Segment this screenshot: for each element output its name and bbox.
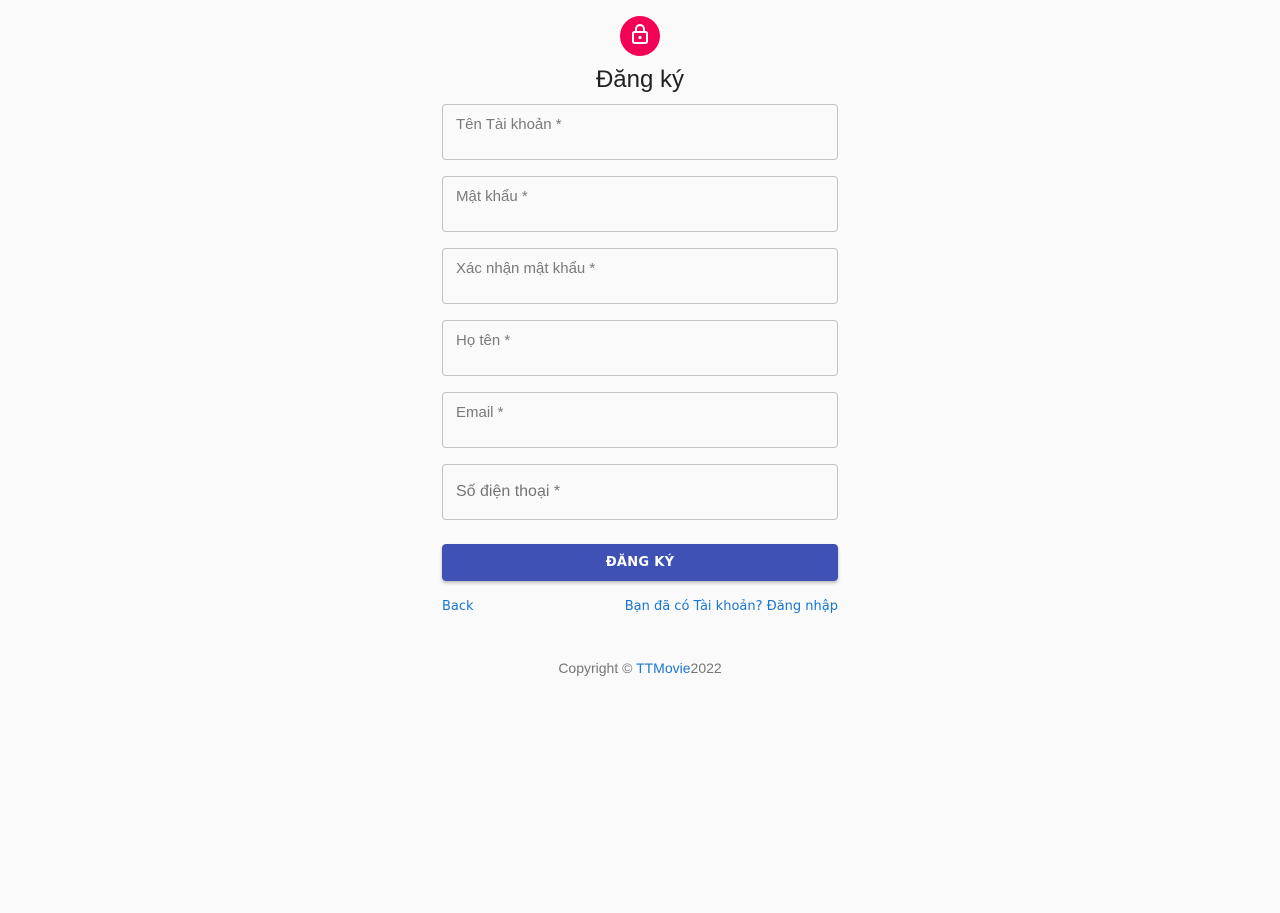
confirm-password-field[interactable]: Xác nhận mật khẩu * xyxy=(442,248,838,304)
back-link[interactable]: Back xyxy=(442,598,474,616)
copyright-year: 2022 xyxy=(690,660,722,676)
fullname-field[interactable]: Họ tên * xyxy=(442,320,838,376)
lock-icon xyxy=(630,23,650,50)
email-field[interactable]: Email * xyxy=(442,392,838,448)
copyright-prefix: Copyright © xyxy=(558,660,637,676)
fullname-input[interactable] xyxy=(443,321,837,375)
login-link[interactable]: Bạn đã có Tài khoản? Đăng nhập xyxy=(625,598,838,616)
page-title: Đăng ký xyxy=(595,66,685,93)
brand-link[interactable]: TTMovie xyxy=(636,660,690,676)
phone-input[interactable] xyxy=(443,465,837,519)
register-page: Đăng ký Tên Tài khoản * Mật khẩu * Xác n… xyxy=(0,0,1280,913)
phone-field[interactable]: Số điện thoại * xyxy=(442,464,838,520)
confirm-password-input[interactable] xyxy=(443,249,837,303)
email-input[interactable] xyxy=(443,393,837,447)
register-button[interactable]: ĐĂNG KÝ xyxy=(442,544,838,581)
password-field[interactable]: Mật khẩu * xyxy=(442,176,838,232)
copyright: Copyright © TTMovie2022 xyxy=(440,659,840,677)
password-input[interactable] xyxy=(443,177,837,231)
username-input[interactable] xyxy=(443,105,837,159)
username-field[interactable]: Tên Tài khoản * xyxy=(442,104,838,160)
lock-avatar xyxy=(620,16,660,56)
